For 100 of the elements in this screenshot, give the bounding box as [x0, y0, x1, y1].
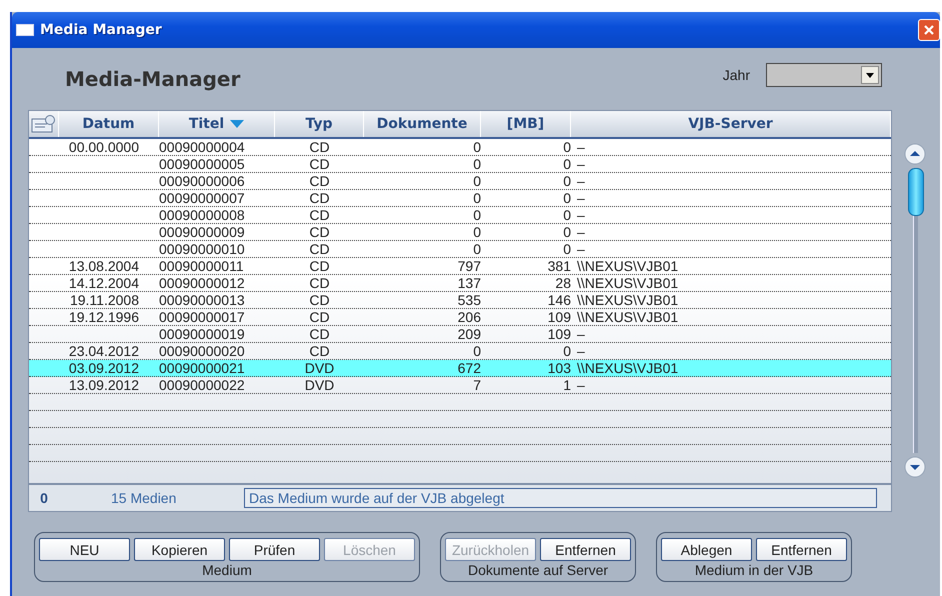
table-row[interactable]: 19.11.2008 00090000013 CD 535 146 \\NEXUS\VJB01	[29, 292, 891, 309]
table-cell: 00090000004	[159, 139, 245, 155]
table-cell: 0	[563, 173, 571, 189]
table-cell: 0	[473, 241, 481, 257]
column-header[interactable]: VJB-Server	[571, 111, 891, 137]
action-button[interactable]: NEU	[39, 538, 130, 561]
action-button[interactable]: Prüfen	[229, 538, 320, 561]
table-cell: 00090000008	[159, 207, 245, 223]
table-cell: 23.04.2012	[68, 343, 139, 359]
status-message: Das Medium wurde auf der VJB abgelegt	[244, 488, 877, 508]
group-label: Dokumente auf Server	[468, 562, 608, 578]
scroll-up-button[interactable]	[904, 143, 926, 165]
table-cell: 00090000017	[159, 309, 245, 325]
table-cell: 0	[473, 173, 481, 189]
year-dropdown[interactable]	[766, 63, 882, 87]
table-cell: –	[577, 377, 585, 393]
table-row[interactable]: 03.09.2012 00090000021 DVD 672 103 \\NEXUS\VJB01	[29, 360, 891, 377]
group-label: Medium	[202, 562, 252, 578]
app-heading: Media-Manager	[65, 67, 240, 91]
table-cell: 00090000009	[159, 224, 245, 240]
table-cell: CD	[309, 343, 330, 359]
table-row[interactable]: 00090000005 CD 0 0 –	[29, 156, 891, 173]
column-header[interactable]: [MB]	[481, 111, 571, 137]
column-header[interactable]: Dokumente	[364, 111, 481, 137]
table-cell: –	[577, 326, 585, 342]
table-cell: 03.09.2012	[68, 360, 139, 376]
table-cell: 19.11.2008	[70, 292, 139, 308]
table-cell: 381	[548, 258, 571, 274]
table-cell: 0	[563, 139, 571, 155]
action-button[interactable]: Entfernen	[540, 538, 631, 561]
table-cell: 13.09.2012	[68, 377, 139, 393]
media-count: 15 Medien	[110, 490, 178, 506]
table-cell: 535	[458, 292, 481, 308]
table-cell: \\NEXUS\VJB01	[577, 275, 678, 291]
table-cell: 0	[563, 207, 571, 223]
table-row[interactable]: 00090000008 CD 0 0 –	[29, 207, 891, 224]
action-button[interactable]: Ablegen	[661, 538, 752, 561]
table-cell: 109	[548, 309, 571, 325]
table-cell: 00.00.0000	[68, 139, 139, 155]
action-button[interactable]: Kopieren	[134, 538, 225, 561]
table-row[interactable]: 19.12.1996 00090000017 CD 206 109 \\NEXUS\VJB01	[29, 309, 891, 326]
table-cell: 137	[458, 275, 481, 291]
table-cell: 7	[473, 377, 481, 393]
table-cell: \\NEXUS\VJB01	[577, 292, 678, 308]
table-row[interactable]: 13.09.2012 00090000022 DVD 7 1 –	[29, 377, 891, 394]
table-row[interactable]: 14.12.2004 00090000012 CD 137 28 \\NEXUS\VJB01	[29, 275, 891, 292]
table-cell: CD	[309, 241, 330, 257]
table-cell: 209	[458, 326, 481, 342]
table-cell: –	[577, 173, 585, 189]
table-cell: 13.08.2004	[68, 258, 139, 274]
close-icon	[923, 24, 935, 36]
table-cell: 103	[548, 360, 571, 376]
table-cell: 00090000006	[159, 173, 245, 189]
table-row[interactable]: 00090000009 CD 0 0 –	[29, 224, 891, 241]
table-row[interactable]: 00090000007 CD 0 0 –	[29, 190, 891, 207]
table-cell: 797	[458, 258, 481, 274]
table-cell: 00090000012	[159, 275, 245, 291]
table-cell: 00090000022	[159, 377, 245, 393]
table-cell: –	[577, 241, 585, 257]
table-cell: 146	[548, 292, 571, 308]
table-cell: 0	[563, 190, 571, 206]
table-cell: 00090000007	[159, 190, 245, 206]
action-button[interactable]: Entfernen	[756, 538, 847, 561]
table-cell: DVD	[304, 360, 334, 376]
sort-descending-icon	[230, 120, 244, 128]
table-cell: 0	[563, 156, 571, 172]
table-cell: –	[577, 190, 585, 206]
table-cell: 0	[473, 207, 481, 223]
table-cell: CD	[309, 207, 330, 223]
table-row[interactable]: 00090000019 CD 209 109 –	[29, 326, 891, 343]
table-cell: 00090000005	[159, 156, 245, 172]
table-cell: 00090000021	[159, 360, 245, 376]
window-title: Media Manager	[40, 22, 162, 38]
table-cell: 1	[563, 377, 571, 393]
table-cell: 0	[563, 343, 571, 359]
window-icon	[16, 24, 34, 36]
table-cell: –	[577, 139, 585, 155]
table-row[interactable]: 13.08.2004 00090000011 CD 797 381 \\NEXUS\VJB01	[29, 258, 891, 275]
close-button[interactable]	[918, 19, 940, 41]
table-row[interactable]: 00090000010 CD 0 0 –	[29, 241, 891, 258]
table-cell: 109	[548, 326, 571, 342]
table-cell: 0	[563, 224, 571, 240]
scroll-down-button[interactable]	[904, 456, 926, 478]
edit-note-icon[interactable]	[30, 114, 56, 134]
table-cell: 0	[473, 343, 481, 359]
column-header[interactable]: Typ	[275, 111, 364, 137]
table-cell: 0	[473, 190, 481, 206]
table-row[interactable]: 00.00.0000 00090000004 CD 0 0 –	[29, 139, 891, 156]
table-cell: CD	[309, 292, 330, 308]
year-label: Jahr	[722, 67, 750, 83]
column-header[interactable]: Datum	[59, 111, 159, 137]
table-row[interactable]: 00090000006 CD 0 0 –	[29, 173, 891, 190]
column-header[interactable]: Titel	[159, 111, 275, 137]
table-cell: CD	[309, 139, 330, 155]
table-cell: 0	[473, 224, 481, 240]
scrollbar-thumb[interactable]	[908, 168, 924, 216]
table-cell: 0	[473, 156, 481, 172]
table-cell: \\NEXUS\VJB01	[577, 258, 678, 274]
table-cell: 0	[473, 139, 481, 155]
group-label: Medium in der VJB	[694, 562, 814, 578]
